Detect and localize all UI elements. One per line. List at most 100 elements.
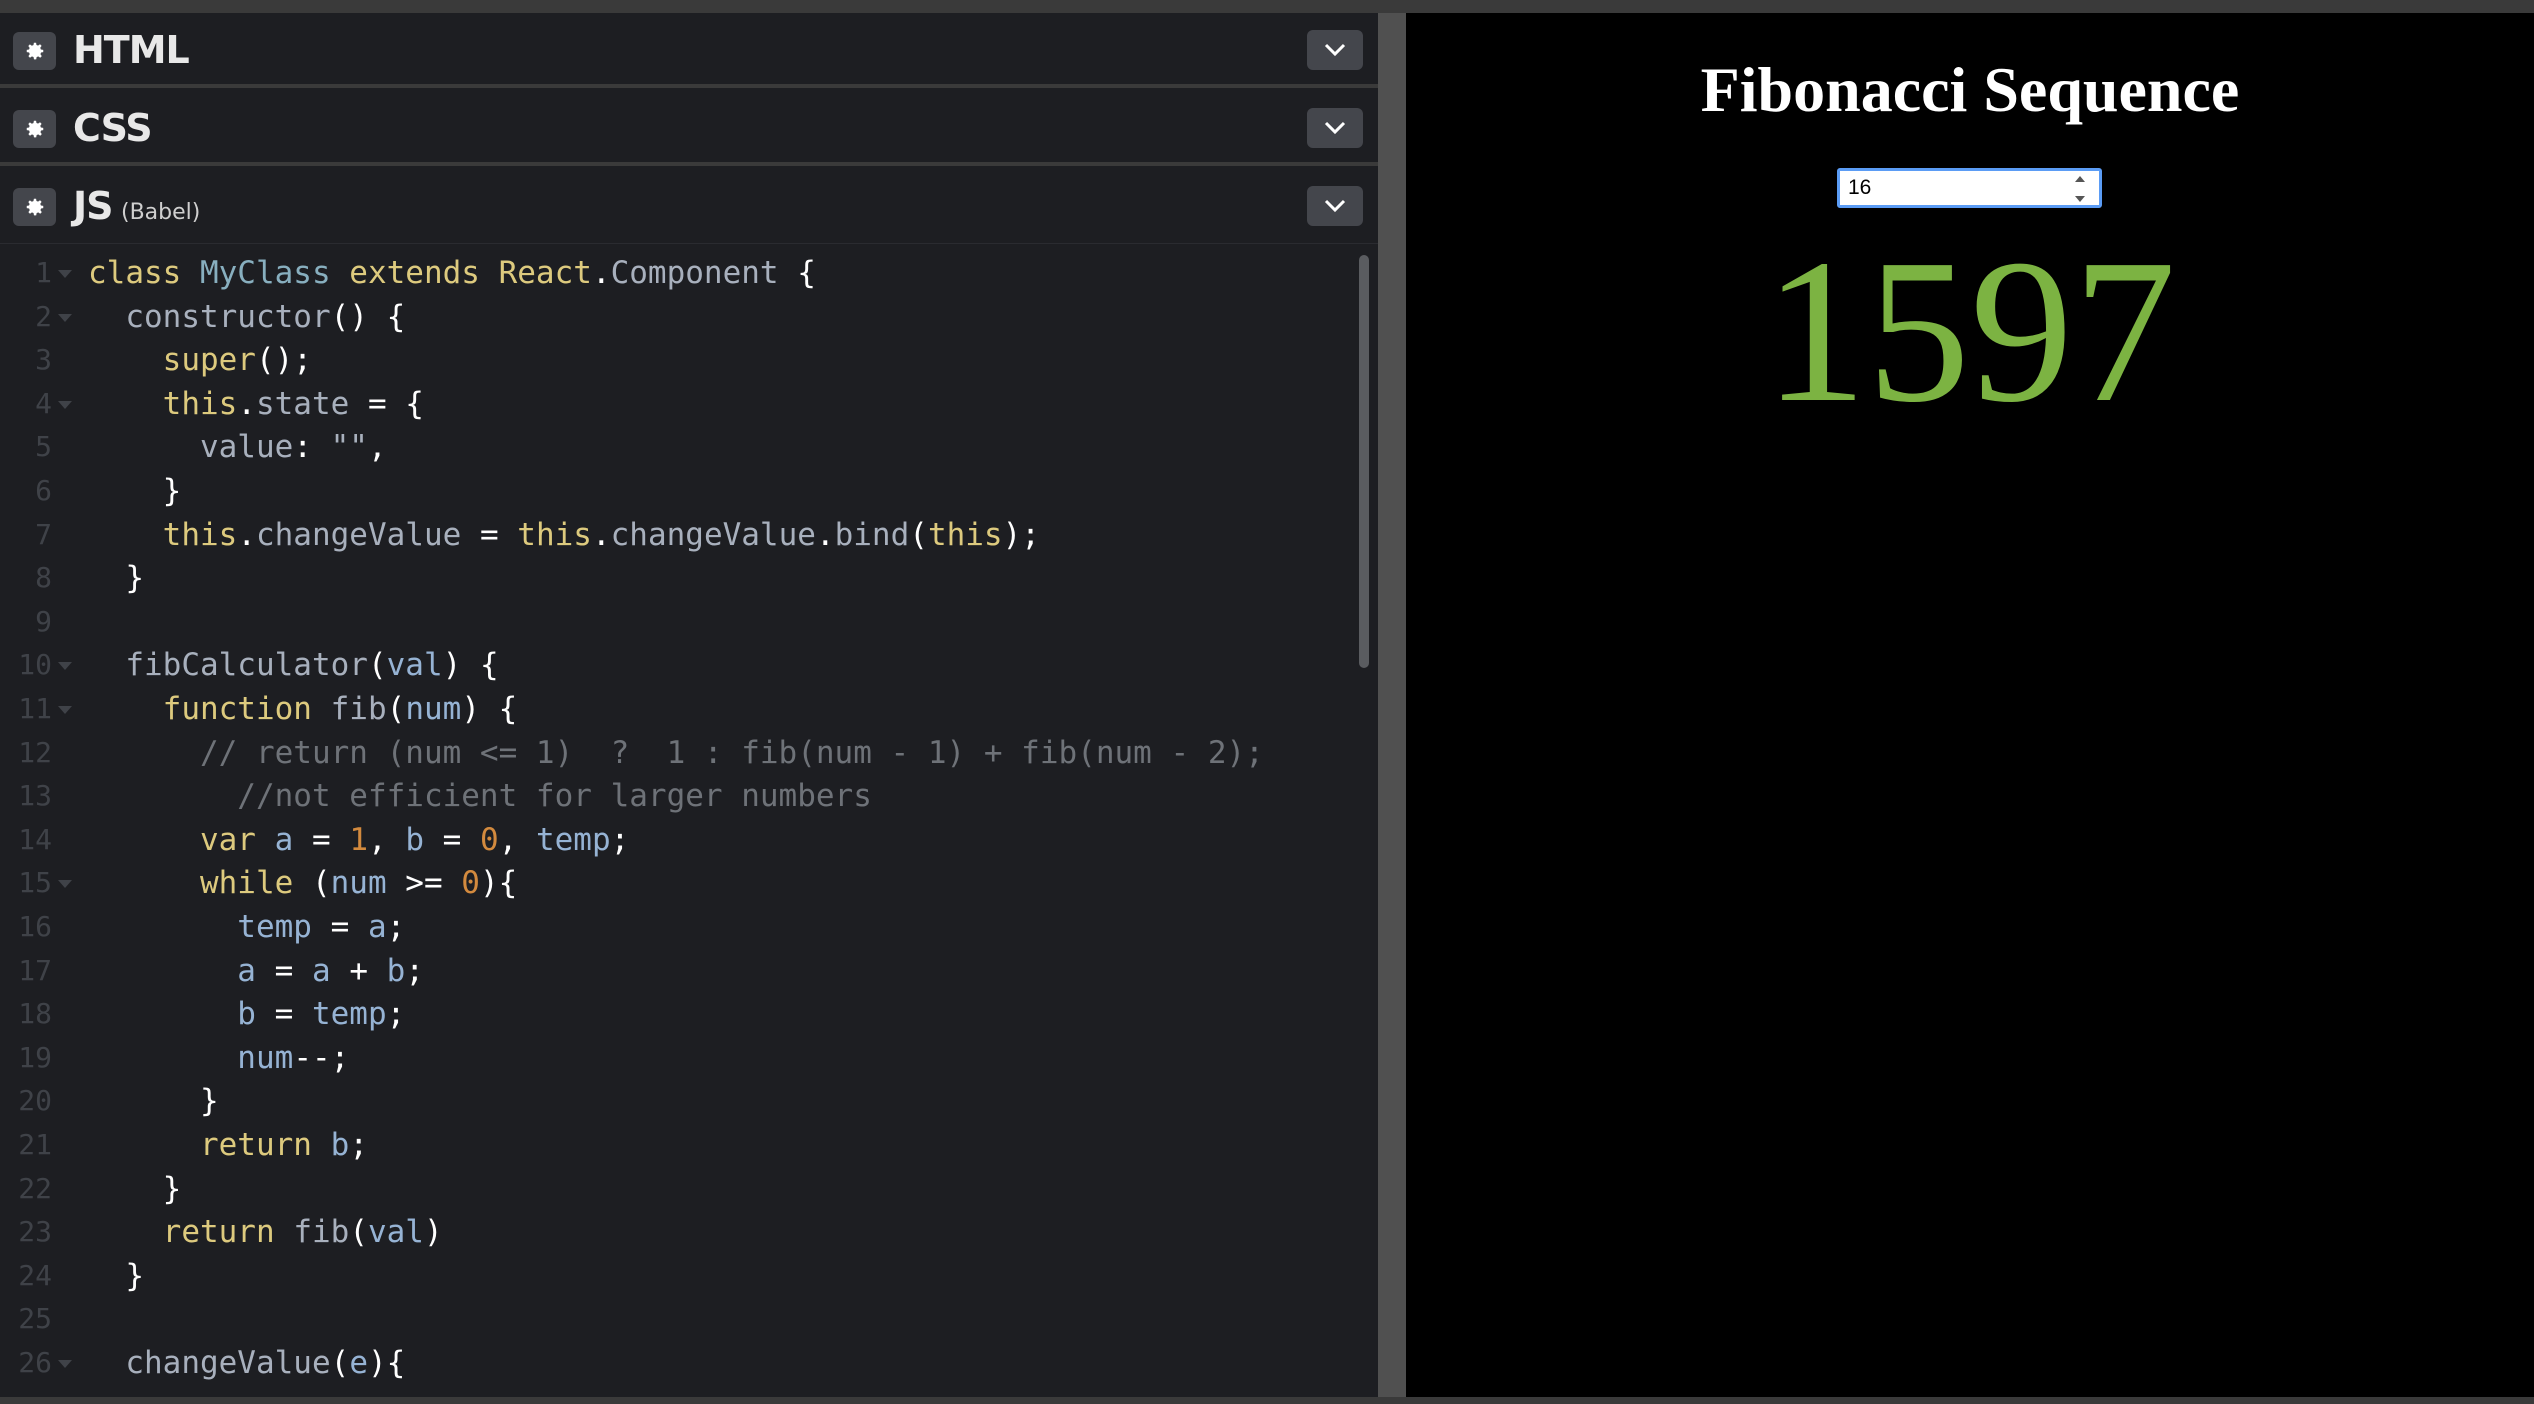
code-line[interactable]: 3 super(); [0, 338, 1340, 382]
line-number: 17 [18, 953, 52, 987]
html-settings-button[interactable] [13, 32, 56, 70]
code-token: } [88, 1083, 219, 1120]
line-number: 19 [18, 1040, 52, 1074]
code-line[interactable]: 26 changeValue(e){ [0, 1341, 1340, 1385]
css-collapse-button[interactable] [1307, 108, 1363, 148]
code-token: value [88, 429, 294, 466]
code-token: changeValue [610, 516, 816, 553]
code-token: = [255, 952, 312, 989]
fold-arrow-icon[interactable] [58, 1360, 72, 1368]
code-text: } [88, 469, 182, 513]
fold-arrow-icon[interactable] [58, 270, 72, 278]
js-code-editor[interactable]: 1 class MyClass extends React.Component {… [0, 246, 1350, 1397]
code-text: this.changeValue = this.changeValue.bind… [88, 513, 1040, 557]
fold-arrow-icon[interactable] [58, 400, 72, 409]
code-token: ; [610, 821, 630, 858]
fold-arrow-icon[interactable] [58, 662, 72, 671]
js-panel-header[interactable]: JS (Babel) [0, 169, 1378, 244]
code-token: val [386, 647, 443, 684]
code-token: fib [293, 1214, 350, 1251]
js-settings-button[interactable] [13, 188, 56, 226]
chevron-down-icon [1324, 121, 1346, 135]
code-token: this [517, 516, 592, 553]
code-text: class MyClass extends React.Component { [88, 251, 816, 295]
fold-arrow-icon[interactable] [58, 706, 72, 714]
code-line[interactable]: 5 value: "", [0, 425, 1340, 469]
code-text: num--; [88, 1036, 349, 1080]
js-collapse-button[interactable] [1307, 186, 1363, 226]
fibonacci-number-input[interactable] [1837, 168, 2102, 208]
html-panel-header[interactable]: HTML [0, 13, 1378, 88]
code-token: ) [423, 1214, 443, 1251]
code-token: ( [330, 1345, 350, 1381]
code-text: return b; [88, 1123, 368, 1167]
code-token: a [274, 821, 294, 858]
line-number: 8 [35, 561, 52, 595]
code-line[interactable]: 24 } [0, 1254, 1340, 1298]
code-token: React [498, 255, 592, 291]
pane-splitter[interactable] [1378, 13, 1406, 1397]
code-line[interactable]: 1 class MyClass extends React.Component { [0, 251, 1340, 295]
fold-arrow-icon[interactable] [58, 313, 72, 322]
code-token: = [311, 909, 368, 945]
code-token: num [88, 1039, 294, 1076]
code-line[interactable]: 4 this.state = { [0, 382, 1340, 426]
line-number: 21 [18, 1128, 52, 1161]
line-number: 7 [35, 517, 52, 551]
code-token: = [461, 516, 518, 553]
code-line[interactable]: 16 temp = a; [0, 905, 1340, 949]
code-line[interactable]: 8 } [0, 556, 1340, 600]
spinner-down-icon[interactable] [2075, 196, 2085, 202]
line-number: 18 [18, 997, 52, 1031]
css-panel-header[interactable]: CSS [0, 91, 1378, 166]
code-token: ( [349, 1214, 368, 1251]
line-number: 24 [18, 1258, 52, 1292]
code-text: var a = 1, b = 0, temp; [88, 818, 629, 862]
code-text: } [88, 556, 144, 600]
code-line[interactable]: 25 [0, 1297, 1340, 1341]
html-collapse-button[interactable] [1307, 30, 1363, 70]
code-token: ); [1002, 516, 1040, 553]
code-token: function [88, 691, 331, 727]
code-line[interactable]: 17 a = a + b; [0, 949, 1340, 993]
code-token: = [255, 996, 312, 1033]
code-line[interactable]: 14 var a = 1, b = 0, temp; [0, 818, 1340, 862]
line-number: 25 [18, 1302, 52, 1336]
code-line[interactable]: 21 return b; [0, 1123, 1340, 1167]
line-number: 15 [18, 866, 52, 900]
code-line[interactable]: 23 return fib(val) [0, 1210, 1340, 1254]
spinner-up-icon[interactable] [2075, 176, 2085, 182]
code-line[interactable]: 20 } [0, 1079, 1340, 1123]
code-line[interactable]: 11 function fib(num) { [0, 687, 1340, 731]
code-line[interactable]: 18 b = temp; [0, 992, 1340, 1036]
code-token: return [88, 1127, 331, 1163]
code-token: ){ [367, 1345, 406, 1381]
code-token: b [386, 952, 406, 989]
code-token: } [88, 1170, 182, 1207]
code-line[interactable]: 2 constructor() { [0, 295, 1340, 339]
code-line[interactable]: 10 fibCalculator(val) { [0, 643, 1340, 687]
js-panel-title: JS [73, 184, 114, 228]
code-token: while [88, 865, 312, 902]
line-number: 10 [18, 648, 52, 682]
code-line[interactable]: 12 // return (num <= 1) ? 1 : fib(num - … [0, 731, 1340, 775]
chevron-down-icon [1324, 43, 1346, 57]
code-token: , [367, 429, 387, 466]
code-line[interactable]: 13 //not efficient for larger numbers [0, 774, 1340, 818]
code-line[interactable]: 9 [0, 600, 1340, 644]
code-token: ){ [479, 865, 518, 902]
code-token: bind [834, 516, 910, 553]
code-token: constructor [88, 298, 331, 335]
number-spinner[interactable] [2073, 176, 2087, 202]
code-line[interactable]: 19 num--; [0, 1036, 1340, 1080]
code-line[interactable]: 7 this.changeValue = this.changeValue.bi… [0, 513, 1340, 557]
code-line[interactable]: 15 while (num >= 0){ [0, 861, 1340, 905]
code-text: } [88, 1167, 182, 1211]
code-line[interactable]: 6 } [0, 469, 1340, 513]
code-line[interactable]: 22 } [0, 1167, 1340, 1211]
css-settings-button[interactable] [13, 110, 56, 148]
editor-scrollbar[interactable] [1359, 255, 1369, 668]
code-text: } [88, 1079, 219, 1123]
fold-arrow-icon[interactable] [58, 880, 72, 889]
html-panel-title: HTML [73, 28, 190, 72]
